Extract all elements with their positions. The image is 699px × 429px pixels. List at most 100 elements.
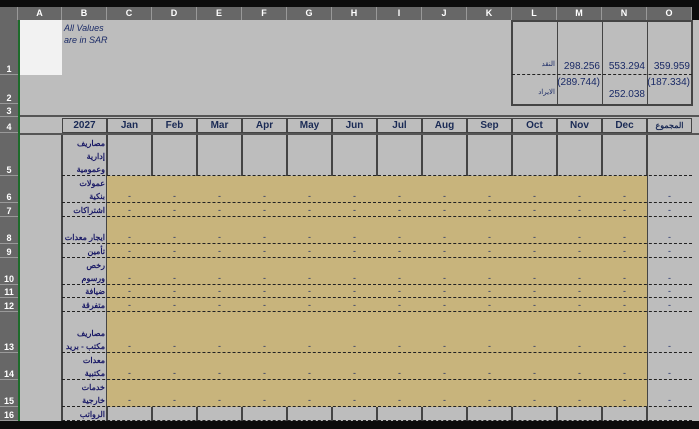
row-header-16[interactable]: 16 [0,407,18,421]
column-header-D[interactable]: D [152,7,197,20]
item-value[interactable]: - [557,246,602,257]
item-value[interactable]: - [647,368,692,379]
item-value[interactable]: - [242,232,287,243]
item-value[interactable]: - [557,395,602,406]
row-header-11[interactable]: 11 [0,285,18,298]
summary-row2-N[interactable]: 252.038 [602,88,647,112]
item-value[interactable]: - [512,205,557,216]
item-value[interactable]: - [197,205,242,216]
item-value[interactable]: - [512,286,557,297]
item-value[interactable]: - [152,395,197,406]
item-value[interactable]: - [197,191,242,202]
item-value[interactable]: - [287,368,332,379]
item-value[interactable]: - [107,395,152,406]
column-header-F[interactable]: F [242,7,287,20]
item-value[interactable]: - [197,273,242,284]
row-header-10[interactable]: 10 [0,258,18,285]
item-value[interactable]: - [557,300,602,311]
summary-row2-O[interactable]: (187.334) [647,76,692,100]
item-value[interactable]: - [332,341,377,352]
column-header-G[interactable]: G [287,7,332,20]
item-value[interactable]: - [467,191,512,202]
item-value[interactable]: - [647,395,692,406]
item-value[interactable]: - [332,300,377,311]
item-value[interactable]: - [287,191,332,202]
item-value[interactable]: - [107,205,152,216]
item-value[interactable]: - [332,395,377,406]
item-value[interactable]: - [152,286,197,297]
item-value[interactable]: - [197,246,242,257]
item-value[interactable]: - [647,273,692,284]
item-value[interactable]: - [512,300,557,311]
item-value[interactable]: - [512,368,557,379]
item-value[interactable]: - [467,205,512,216]
item-value[interactable]: - [152,273,197,284]
row-header-1[interactable]: 1 [0,20,18,75]
column-header-M[interactable]: M [557,7,602,20]
column-header-H[interactable]: H [332,7,377,20]
row-header-15[interactable]: 15 [0,380,18,407]
item-value[interactable]: - [557,205,602,216]
item-value[interactable]: - [377,341,422,352]
item-value[interactable]: - [377,191,422,202]
item-value[interactable]: - [377,395,422,406]
row-header-14[interactable]: 14 [0,353,18,380]
item-value[interactable]: - [467,395,512,406]
item-value[interactable]: - [152,191,197,202]
item-value[interactable]: - [602,341,647,352]
item-value[interactable]: - [332,286,377,297]
item-value[interactable]: - [377,286,422,297]
item-value[interactable]: - [602,205,647,216]
row-header-7[interactable]: 7 [0,203,18,217]
item-value[interactable]: - [422,246,467,257]
cell-a1[interactable] [18,20,62,75]
item-value[interactable]: - [557,341,602,352]
item-value[interactable]: - [512,191,557,202]
item-value[interactable]: - [422,232,467,243]
row-header-4[interactable]: 4 [0,117,18,133]
item-value[interactable]: - [242,395,287,406]
item-value[interactable]: - [602,232,647,243]
item-value[interactable]: - [107,341,152,352]
item-value[interactable]: - [467,232,512,243]
item-value[interactable]: - [332,246,377,257]
item-value[interactable]: - [287,395,332,406]
item-value[interactable]: - [107,300,152,311]
item-value[interactable]: - [152,232,197,243]
item-value[interactable]: - [602,286,647,297]
row-header-13[interactable]: 13 [0,312,18,353]
column-header-J[interactable]: J [422,7,467,20]
item-value[interactable]: - [377,273,422,284]
column-header-E[interactable]: E [197,7,242,20]
item-value[interactable]: - [467,286,512,297]
item-value[interactable]: - [242,341,287,352]
item-value[interactable]: - [332,273,377,284]
item-value[interactable]: - [242,368,287,379]
item-value[interactable]: - [242,205,287,216]
item-value[interactable]: - [287,205,332,216]
item-value[interactable]: - [647,341,692,352]
item-value[interactable]: - [152,368,197,379]
item-value[interactable]: - [467,300,512,311]
select-all-corner[interactable] [0,7,18,20]
column-header-L[interactable]: L [512,7,557,20]
item-value[interactable]: - [107,246,152,257]
item-value[interactable]: - [197,286,242,297]
summary-row2-M[interactable]: (289.744) [557,76,602,100]
item-value[interactable]: - [512,273,557,284]
item-value[interactable]: - [512,395,557,406]
item-value[interactable]: - [287,232,332,243]
item-value[interactable]: - [107,273,152,284]
item-value[interactable]: - [602,300,647,311]
item-value[interactable]: - [422,191,467,202]
column-header-I[interactable]: I [377,7,422,20]
item-value[interactable]: - [332,368,377,379]
column-header-C[interactable]: C [107,7,152,20]
item-value[interactable]: - [107,191,152,202]
item-value[interactable]: - [647,191,692,202]
item-value[interactable]: - [422,395,467,406]
item-value[interactable]: - [647,205,692,216]
item-value[interactable]: - [557,191,602,202]
row-header-3[interactable]: 3 [0,104,18,117]
item-value[interactable]: - [197,341,242,352]
